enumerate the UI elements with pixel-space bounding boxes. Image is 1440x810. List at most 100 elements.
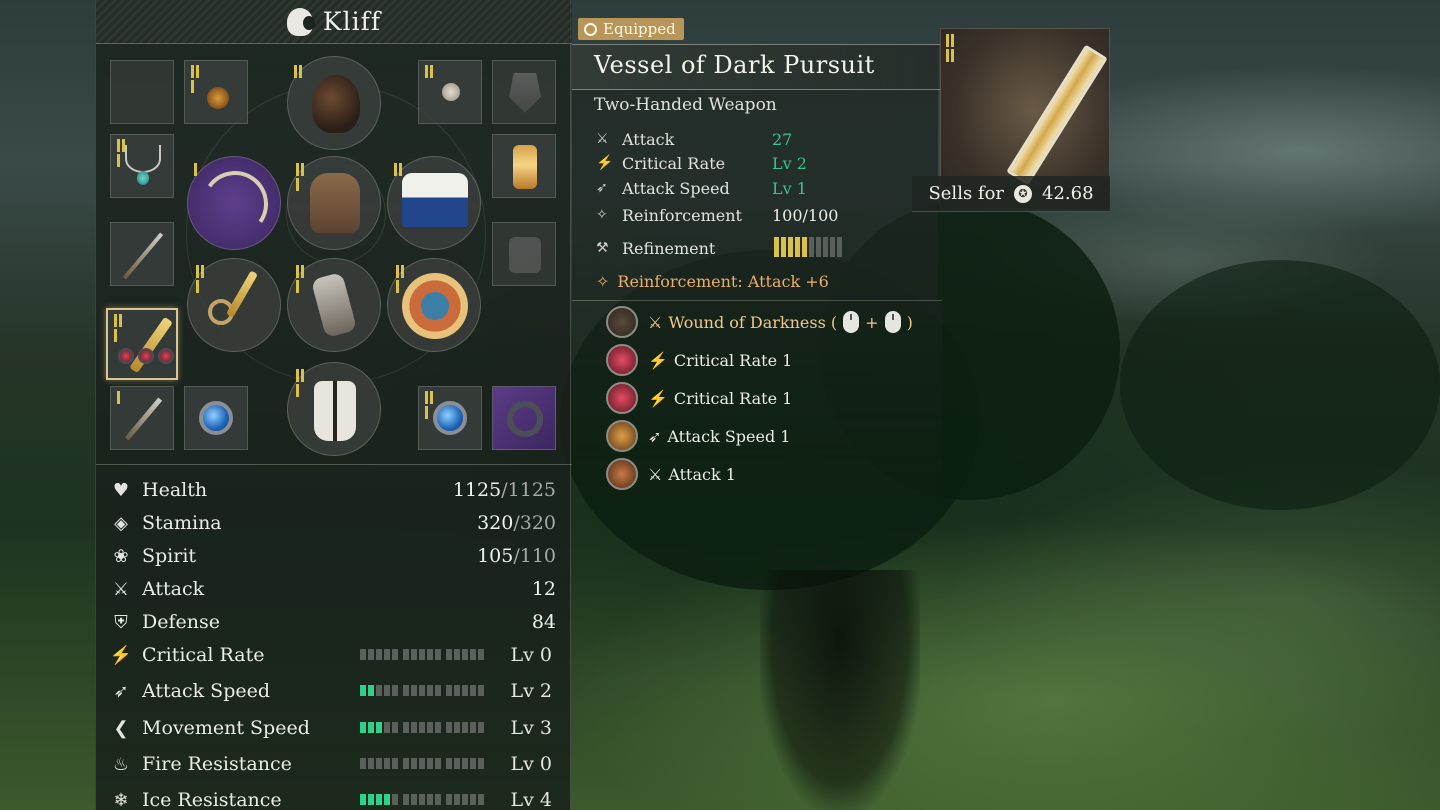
stat-label: Critical Rate — [142, 644, 265, 666]
cape-icon — [402, 173, 468, 227]
skill-label: Wound of Darkness ( — [668, 312, 838, 332]
slot-earring-2[interactable] — [418, 60, 482, 124]
skill-gem-icon — [606, 458, 638, 490]
refinement-segment — [837, 237, 842, 257]
slot-spear[interactable] — [110, 222, 174, 286]
level-segment — [384, 649, 390, 660]
stat-health: ♥ Health 1125/1125 — [110, 475, 556, 505]
skill-suffix: ) — [906, 312, 913, 332]
slot-gauntlets[interactable] — [287, 258, 381, 352]
skill-gem-icon — [606, 344, 638, 376]
level-segment — [384, 722, 390, 733]
level-segment — [360, 794, 366, 805]
slot-lantern[interactable] — [492, 134, 556, 198]
sword-icon: ⚔ — [648, 464, 663, 484]
stat-label: Spirit — [142, 545, 197, 567]
slot-dagger[interactable] — [110, 386, 174, 450]
skill-text: ➶ Attack Speed 1 — [648, 427, 790, 446]
skill-wound-of-darkness[interactable]: ⚔ Wound of Darkness ( + ) — [606, 306, 913, 338]
level-segment — [446, 649, 452, 660]
mouse-icon — [884, 311, 901, 333]
gauntlet-icon — [310, 271, 358, 339]
character-header: Kliff — [96, 0, 572, 44]
slot-rings[interactable] — [187, 258, 281, 352]
level-segment — [446, 758, 452, 769]
level-segment — [403, 722, 409, 733]
attr-label: Attack — [622, 129, 675, 149]
level-segment — [392, 794, 398, 805]
level-segment — [446, 722, 452, 733]
equipped-label: Equipped — [603, 20, 676, 38]
level-segment — [376, 649, 382, 660]
level-segment — [368, 758, 374, 769]
speed-icon: ➶ — [596, 180, 608, 196]
slot-empty-bag[interactable] — [492, 222, 556, 286]
attr-label: Critical Rate — [622, 153, 726, 173]
skill-attack-1[interactable]: ⚔ Attack 1 — [606, 458, 736, 490]
boot-icon: ❮ — [113, 717, 129, 739]
item-name: Vessel of Dark Pursuit — [594, 51, 875, 79]
level-segment — [392, 722, 398, 733]
level-segment — [427, 649, 433, 660]
mouse-icon — [843, 311, 860, 333]
stat-label: Ice Resistance — [142, 789, 282, 810]
slot-empty-cloak[interactable] — [492, 60, 556, 124]
tier-marker — [194, 163, 197, 176]
skill-attack-speed-1[interactable]: ➶ Attack Speed 1 — [606, 420, 790, 452]
slot-boots[interactable] — [287, 362, 381, 456]
cloak-placeholder-icon — [509, 73, 541, 113]
slot-shield[interactable] — [387, 258, 481, 352]
tier-marker — [114, 314, 126, 342]
stat-stamina: ◈ Stamina 320/320 — [110, 508, 556, 538]
background-tree — [1120, 260, 1440, 510]
refinement-segment — [809, 237, 814, 257]
slot-ring-1[interactable] — [184, 386, 248, 450]
skill-critical-rate-2[interactable]: ⚡ Critical Rate 1 — [606, 382, 792, 414]
level-bar — [360, 685, 484, 696]
sword-icon: ⚔ — [596, 131, 609, 147]
level-segment — [376, 722, 382, 733]
level-segment — [384, 794, 390, 805]
slot-empty-1[interactable] — [110, 60, 174, 124]
tier-marker — [296, 163, 308, 191]
refinement-segment — [788, 237, 793, 257]
stat-max: /320 — [513, 512, 556, 534]
slot-ring-3[interactable] — [492, 386, 556, 450]
critical-icon: ⚡ — [648, 388, 668, 408]
level-segment — [478, 722, 484, 733]
equipped-icon — [584, 22, 597, 36]
boots-icon — [314, 381, 356, 441]
item-type: Two-Handed Weapon — [594, 95, 777, 115]
stat-critical-rate: ⚡ Critical Rate Lv 0 — [110, 640, 556, 670]
stat-level: Lv 2 — [510, 680, 552, 702]
short-blade-icon — [226, 270, 258, 318]
level-segment — [419, 758, 425, 769]
gem-icon — [158, 348, 174, 364]
attr-label: Refinement — [622, 238, 716, 258]
earring-icon — [442, 83, 460, 101]
equipment-panel: Kliff ♥ Health 1125/1125 ◈ Stamina 320/3… — [95, 0, 572, 810]
stat-label: Attack Speed — [142, 680, 271, 702]
tier-marker — [296, 369, 308, 397]
slot-necklace[interactable] — [110, 134, 174, 198]
refinement-segment — [823, 237, 828, 257]
slot-chest-armor[interactable] — [287, 156, 381, 250]
level-segment — [462, 794, 468, 805]
level-segment — [403, 649, 409, 660]
slot-helmet[interactable] — [287, 56, 381, 150]
dagger-icon — [124, 397, 163, 441]
slot-bow[interactable] — [187, 156, 281, 250]
slot-earring[interactable] — [184, 60, 248, 124]
tier-marker — [946, 34, 958, 62]
stat-label: Attack — [142, 578, 205, 600]
slot-main-weapon[interactable] — [106, 308, 178, 380]
skill-critical-rate-1[interactable]: ⚡ Critical Rate 1 — [606, 344, 792, 376]
skill-label: Critical Rate 1 — [673, 350, 793, 370]
attr-attack-speed: ➶ Attack Speed Lv 1 — [596, 177, 807, 199]
level-segment — [419, 649, 425, 660]
stat-level: Lv 0 — [510, 753, 552, 775]
skill-text: ⚡ Critical Rate 1 — [648, 351, 792, 370]
slot-cape[interactable] — [387, 156, 481, 250]
slot-ring-2[interactable] — [418, 386, 482, 450]
skill-gem-icon — [606, 306, 638, 338]
